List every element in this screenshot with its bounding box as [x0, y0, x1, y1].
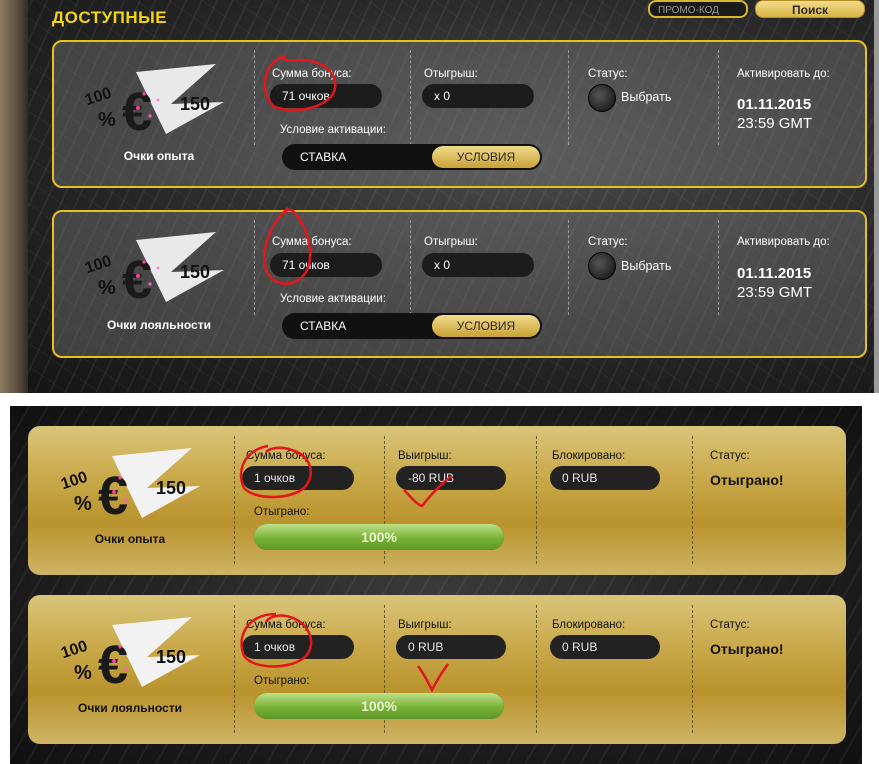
- divider: [254, 220, 255, 315]
- wager-value: x 0: [422, 84, 534, 108]
- svg-text:€: €: [122, 250, 152, 310]
- blocked-label: Блокировано:: [552, 450, 626, 462]
- progress-text: 100%: [361, 698, 397, 714]
- svg-text:€: €: [98, 635, 128, 695]
- divider: [568, 220, 569, 315]
- win-value: -80 RUB: [396, 466, 506, 490]
- bonus-logo-icon: 100 % € 150: [59, 617, 200, 695]
- divider: [718, 50, 719, 145]
- played-progress-bar: 100%: [254, 524, 504, 550]
- svg-text:150: 150: [180, 262, 210, 282]
- svg-text:100: 100: [59, 638, 90, 662]
- search-button[interactable]: Поиск: [755, 0, 865, 18]
- conditions-button[interactable]: УСЛОВИЯ: [432, 315, 540, 337]
- bonus-amount-label: Сумма бонуса:: [246, 619, 326, 631]
- win-label: Выигрыш:: [398, 619, 452, 631]
- played-card-experience: 100 % € 150 Очки опыта Сумма бонуса: 1 о…: [28, 426, 846, 575]
- bonus-amount-value: 71 очков: [270, 253, 382, 277]
- svg-text:%: %: [98, 109, 116, 131]
- divider: [234, 605, 235, 733]
- bonus-logo-icon: 100 % € 150: [83, 64, 224, 142]
- played-label: Отыграно:: [254, 506, 310, 518]
- status-value: Отыграно!: [710, 472, 784, 488]
- blocked-label: Блокировано:: [552, 619, 626, 631]
- bonus-amount-value: 1 очков: [242, 635, 354, 659]
- divider: [718, 220, 719, 315]
- section-title: ДОСТУПНЫЕ: [52, 8, 168, 27]
- svg-text:%: %: [74, 662, 92, 684]
- played-bonuses-panel: 100 % € 150 Очки опыта Сумма бонуса: 1 о…: [10, 406, 862, 764]
- available-bonuses-panel: ДОСТУПНЫЕ ПРОМО-КОД Поиск 100 % € 150 Оч…: [0, 0, 879, 393]
- blocked-value: 0 RUB: [550, 466, 660, 490]
- bonus-amount-label: Сумма бонуса:: [272, 68, 352, 80]
- svg-text:€: €: [122, 82, 152, 142]
- bonus-logo-icon: 100 % € 150: [83, 232, 224, 310]
- progress-text: 100%: [361, 529, 397, 545]
- divider: [410, 220, 411, 315]
- bonus-amount-value: 1 очков: [242, 466, 354, 490]
- divider: [692, 605, 693, 733]
- activate-until-label: Активировать до:: [737, 68, 830, 80]
- activate-time: 23:59 GMT: [737, 115, 813, 132]
- select-label[interactable]: Выбрать: [621, 259, 671, 273]
- bonus-amount-label: Сумма бонуса:: [272, 236, 352, 248]
- bonus-card-loyalty: 100 % € 150 Очки лояльности Сумма бонуса…: [52, 210, 867, 358]
- bonus-type-caption: Очки лояльности: [106, 318, 211, 332]
- activate-time: 23:59 GMT: [737, 284, 813, 301]
- svg-text:150: 150: [156, 647, 186, 667]
- background-strip: [0, 0, 28, 393]
- select-label[interactable]: Выбрать: [621, 90, 671, 104]
- activation-condition-label: Условие активации:: [280, 124, 386, 136]
- select-radio[interactable]: [588, 252, 616, 280]
- divider: [234, 436, 235, 564]
- wager-value: x 0: [422, 253, 534, 277]
- activate-date: 01.11.2015: [737, 96, 812, 113]
- divider: [410, 50, 411, 145]
- svg-text:150: 150: [156, 478, 186, 498]
- select-radio[interactable]: [588, 84, 616, 112]
- scrollbar[interactable]: [874, 0, 879, 393]
- divider: [254, 50, 255, 145]
- activate-until-label: Активировать до:: [737, 236, 830, 248]
- status-value: Отыграно!: [710, 641, 784, 657]
- wager-label: Отыгрыш:: [424, 68, 478, 80]
- status-label: Статус:: [710, 450, 750, 462]
- svg-text:150: 150: [180, 94, 210, 114]
- conditions-button[interactable]: УСЛОВИЯ: [432, 146, 540, 168]
- svg-text:%: %: [74, 493, 92, 515]
- activation-condition-bar: СТАВКА УСЛОВИЯ: [282, 144, 542, 170]
- bonus-logo-icon: 100 % € 150: [59, 448, 200, 526]
- bonus-type-caption: Очки лояльности: [77, 701, 182, 715]
- svg-text:€: €: [98, 466, 128, 526]
- divider: [568, 50, 569, 145]
- svg-text:100: 100: [59, 469, 90, 493]
- win-label: Выигрыш:: [398, 450, 452, 462]
- bonus-amount-value: 71 очков: [270, 84, 382, 108]
- condition-value: СТАВКА: [300, 319, 347, 333]
- bonus-type-caption: Очки опыта: [123, 149, 195, 163]
- win-value: 0 RUB: [396, 635, 506, 659]
- bonus-card-experience: 100 % € 150 Очки опыта Сумма бонуса: 71 …: [52, 40, 867, 188]
- divider: [692, 436, 693, 564]
- activate-date: 01.11.2015: [737, 265, 812, 282]
- played-card-loyalty: 100 % € 150 Очки лояльности Сумма бонуса…: [28, 595, 846, 744]
- played-progress-bar: 100%: [254, 693, 504, 719]
- played-label: Отыграно:: [254, 675, 310, 687]
- svg-text:100: 100: [83, 253, 114, 277]
- bonus-type-caption: Очки опыта: [94, 532, 166, 546]
- svg-text:100: 100: [83, 85, 114, 109]
- status-label: Статус:: [588, 236, 628, 248]
- status-label: Статус:: [710, 619, 750, 631]
- activation-condition-bar: СТАВКА УСЛОВИЯ: [282, 313, 542, 339]
- condition-value: СТАВКА: [300, 150, 347, 164]
- svg-text:%: %: [98, 277, 116, 299]
- status-label: Статус:: [588, 68, 628, 80]
- activation-condition-label: Условие активации:: [280, 293, 386, 305]
- promo-code-input[interactable]: ПРОМО-КОД: [648, 0, 748, 18]
- blocked-value: 0 RUB: [550, 635, 660, 659]
- divider: [536, 436, 537, 564]
- divider: [536, 605, 537, 733]
- bonus-amount-label: Сумма бонуса:: [246, 450, 326, 462]
- wager-label: Отыгрыш:: [424, 236, 478, 248]
